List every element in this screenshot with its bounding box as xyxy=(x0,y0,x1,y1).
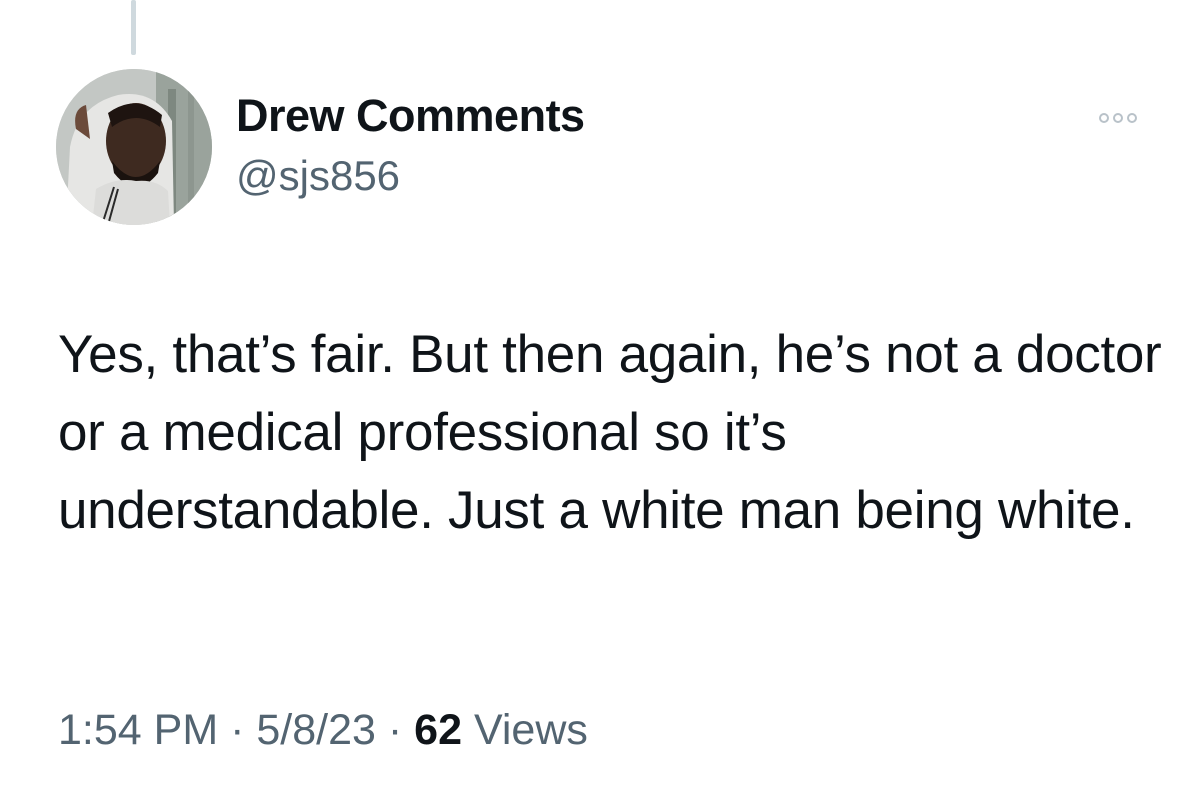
views-label[interactable]: Views xyxy=(474,706,588,754)
more-options-button[interactable] xyxy=(1090,100,1146,136)
tweet-time[interactable]: 1:54 PM xyxy=(58,706,218,754)
more-horizontal-icon xyxy=(1099,113,1137,123)
meta-separator: · xyxy=(230,706,245,754)
meta-separator: · xyxy=(387,706,403,754)
avatar-photo xyxy=(56,69,212,225)
tweet-date[interactable]: 5/8/23 xyxy=(256,706,376,754)
thread-connector-line xyxy=(131,0,136,55)
author-display-name[interactable]: Drew Comments xyxy=(236,89,585,143)
views-count[interactable]: 62 xyxy=(414,706,462,754)
author-handle[interactable]: @sjs856 xyxy=(236,150,400,202)
tweet-meta: 1:54 PM · 5/8/23 · 62 Views xyxy=(58,702,588,758)
tweet-text: Yes, that’s fair. But then again, he’s n… xyxy=(58,325,1162,540)
avatar[interactable] xyxy=(56,69,212,225)
